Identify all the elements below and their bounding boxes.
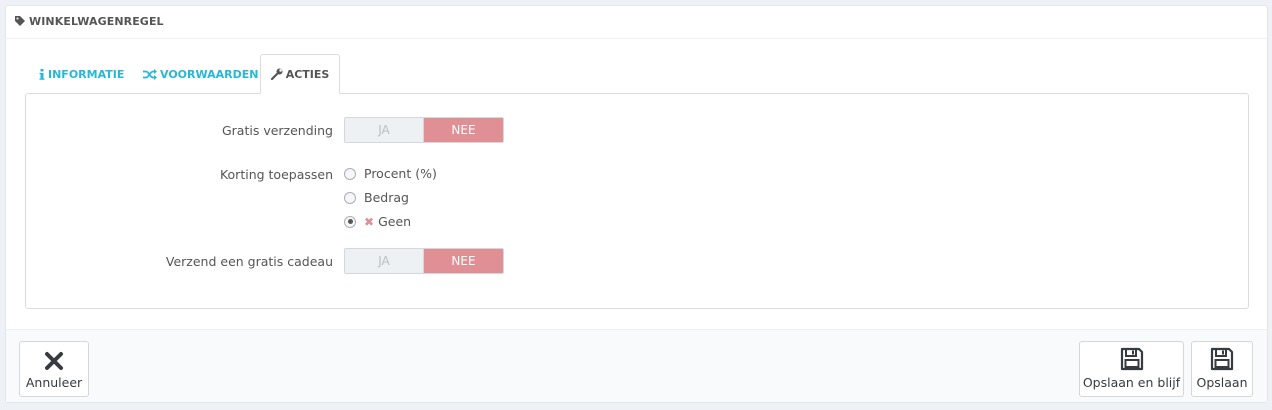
free-gift-no-option[interactable]: NEE — [424, 249, 503, 273]
free-gift-label: Verzend een gratis cadeau — [165, 254, 333, 269]
free-gift-switch: JA NEE — [344, 248, 504, 274]
amount-radio[interactable] — [344, 191, 356, 204]
free-gift-yes-option[interactable]: JA — [345, 249, 424, 273]
panel-title: WINKELWAGENREGEL — [29, 15, 164, 28]
free-shipping-no-option[interactable]: NEE — [424, 118, 503, 142]
save-label: Opslaan — [1196, 375, 1248, 390]
save-and-stay-label: Opslaan en blijf — [1082, 375, 1181, 390]
wrench-icon — [270, 68, 283, 80]
free-shipping-yes-option[interactable]: JA — [345, 118, 424, 142]
panel-heading: WINKELWAGENREGEL — [6, 6, 1267, 39]
tab-acties[interactable]: ACTIES — [260, 54, 340, 94]
discount-option-none[interactable]: ✖ Geen — [344, 214, 411, 229]
percent-radio[interactable] — [344, 167, 356, 180]
tab-content-acties: Gratis verzending JA NEE Korting toepass… — [25, 93, 1249, 309]
panel-footer: Annuleer Opslaan en blijf Opslaan — [6, 329, 1267, 402]
save-icon — [1210, 347, 1234, 371]
x-icon: ✖ — [364, 214, 375, 229]
amount-label: Bedrag — [364, 190, 409, 205]
close-icon — [45, 352, 63, 370]
tab-label: ACTIES — [285, 67, 330, 81]
tag-icon — [15, 16, 25, 26]
save-and-stay-button[interactable]: Opslaan en blijf — [1079, 341, 1184, 397]
save-button[interactable]: Opslaan — [1191, 341, 1253, 397]
tab-informatie[interactable]: INFORMATIE — [39, 54, 124, 94]
free-shipping-switch: JA NEE — [344, 117, 504, 143]
tab-label: INFORMATIE — [48, 67, 125, 81]
cancel-label: Annuleer — [25, 375, 83, 390]
shuffle-icon — [143, 68, 157, 80]
discount-option-amount[interactable]: Bedrag — [344, 190, 409, 205]
tab-voorwaarden[interactable]: VOORWAARDEN — [143, 54, 258, 94]
info-icon — [39, 68, 45, 80]
save-icon — [1120, 347, 1143, 371]
discount-label: Korting toepassen — [219, 167, 333, 182]
none-radio[interactable] — [344, 215, 356, 228]
tab-label: VOORWAARDEN — [160, 67, 259, 81]
percent-label: Procent (%) — [364, 166, 437, 181]
discount-option-percent[interactable]: Procent (%) — [344, 166, 437, 181]
cart-rule-panel: WINKELWAGENREGEL INFORMATIE VOORWAARDEN — [5, 5, 1268, 403]
free-shipping-label: Gratis verzending — [221, 123, 333, 138]
none-label: Geen — [378, 214, 412, 229]
cancel-button[interactable]: Annuleer — [19, 341, 89, 397]
